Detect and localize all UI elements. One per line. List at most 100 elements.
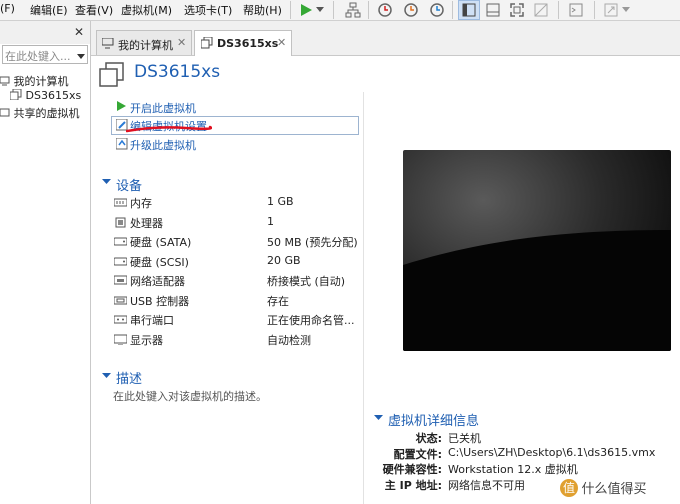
device-name: 网络适配器 bbox=[130, 275, 185, 288]
collapse-icon[interactable] bbox=[102, 179, 111, 185]
watermark: 值 什么值得买 bbox=[560, 478, 676, 500]
play-icon bbox=[117, 101, 126, 111]
sidebar-layout-icon bbox=[462, 3, 476, 17]
tab-strip: 我的计算机 ✕ DS3615xs ✕ bbox=[91, 21, 680, 56]
device-row[interactable]: 串行端口 正在使用命名管... bbox=[113, 312, 358, 328]
snapshot-manager-button[interactable] bbox=[426, 0, 448, 20]
search-placeholder: 在此处键入... bbox=[5, 50, 71, 63]
device-row[interactable]: 内存 1 GB bbox=[113, 195, 358, 211]
detail-value: 网络信息不可用 bbox=[448, 478, 525, 492]
tree-item-vm[interactable]: DS3615xs bbox=[9, 88, 82, 102]
vm-icon bbox=[9, 88, 22, 101]
usb-icon bbox=[114, 296, 127, 304]
disk-icon bbox=[114, 257, 127, 265]
device-row[interactable]: 处理器 1 bbox=[113, 215, 358, 231]
vm-preview-screen[interactable] bbox=[403, 150, 671, 351]
menu-edit[interactable]: 编辑(E) bbox=[30, 2, 68, 18]
upgrade-icon bbox=[116, 138, 128, 150]
description-header: 描述 bbox=[116, 372, 143, 387]
stretch-dropdown[interactable] bbox=[620, 0, 632, 20]
close-tab-icon[interactable]: ✕ bbox=[277, 36, 286, 49]
device-value: 桥接模式 (自动) bbox=[267, 275, 346, 288]
vm-details-header: 虚拟机详细信息 bbox=[388, 414, 480, 429]
revert-snapshot-button[interactable] bbox=[400, 0, 422, 20]
console-view-button[interactable] bbox=[565, 0, 587, 20]
power-menu-dropdown[interactable] bbox=[314, 0, 326, 20]
full-screen-button[interactable] bbox=[506, 0, 528, 20]
fullscreen-icon bbox=[510, 3, 524, 17]
description-input[interactable]: 在此处键入对该虚拟机的描述。 bbox=[113, 388, 267, 404]
detail-value: Workstation 12.x 虚拟机 bbox=[448, 463, 578, 476]
device-row[interactable]: 硬盘 (SCSI) 20 GB bbox=[113, 254, 358, 270]
clock-revert-icon bbox=[404, 3, 418, 17]
device-name: USB 控制器 bbox=[130, 294, 190, 308]
tab-ds3615xs[interactable]: DS3615xs ✕ bbox=[194, 30, 292, 56]
tree-item-label: DS3615xs bbox=[25, 89, 82, 102]
device-value: 正在使用命名管... bbox=[267, 314, 355, 327]
vm-title: DS3615xs bbox=[134, 62, 221, 82]
library-search-input[interactable]: 在此处键入... bbox=[2, 45, 88, 64]
console-icon bbox=[569, 3, 583, 17]
preview-gloss bbox=[403, 230, 671, 351]
monitor-icon bbox=[114, 334, 127, 345]
device-value: 存在 bbox=[267, 294, 289, 308]
collapse-icon[interactable] bbox=[102, 373, 111, 379]
unity-button[interactable] bbox=[530, 0, 552, 20]
show-library-button[interactable] bbox=[458, 0, 480, 20]
clock-icon bbox=[378, 3, 392, 17]
tree-item-shared-vms[interactable]: 共享的虚拟机 bbox=[0, 105, 80, 121]
device-value: 20 GB bbox=[267, 253, 301, 267]
menu-vm[interactable]: 虚拟机(M) bbox=[121, 2, 172, 18]
device-value: 50 MB (预先分配) bbox=[267, 236, 358, 249]
device-name: 硬盘 (SCSI) bbox=[130, 255, 189, 269]
detail-value: C:\Users\ZH\Desktop\6.1\ds3615.vmx bbox=[448, 445, 656, 459]
menu-file[interactable]: (F) bbox=[0, 2, 15, 15]
menu-view[interactable]: 查看(V) bbox=[75, 2, 113, 18]
thumbnail-bar-button[interactable] bbox=[482, 0, 504, 20]
vm-large-icon bbox=[99, 62, 124, 87]
upgrade-vm-link[interactable]: 升级此虚拟机 bbox=[130, 137, 196, 153]
play-icon bbox=[301, 4, 312, 16]
snapshot-button[interactable] bbox=[374, 0, 396, 20]
unity-icon bbox=[534, 3, 548, 17]
menu-tabs[interactable]: 选项卡(T) bbox=[184, 2, 232, 18]
device-name: 处理器 bbox=[130, 216, 163, 230]
detail-key: 状态: bbox=[415, 432, 442, 445]
memory-icon bbox=[114, 198, 127, 207]
computer-icon bbox=[0, 76, 10, 86]
tab-label: 我的计算机 bbox=[118, 39, 173, 52]
device-row[interactable]: 硬盘 (SATA) 50 MB (预先分配) bbox=[113, 234, 358, 250]
send-keys-button[interactable] bbox=[342, 0, 364, 20]
stretch-icon bbox=[604, 3, 618, 17]
disk-icon bbox=[114, 237, 127, 246]
thumbnail-layout-icon bbox=[486, 3, 500, 17]
close-icon[interactable]: ✕ bbox=[74, 25, 84, 39]
menu-help[interactable]: 帮助(H) bbox=[243, 2, 282, 18]
device-row[interactable]: USB 控制器 存在 bbox=[113, 293, 358, 309]
device-name: 内存 bbox=[130, 197, 152, 210]
close-tab-icon[interactable]: ✕ bbox=[177, 36, 186, 49]
tree-item-my-computer[interactable]: 我的计算机 bbox=[0, 73, 69, 89]
red-underline-annotation bbox=[126, 125, 212, 133]
tree-item-label: 共享的虚拟机 bbox=[13, 107, 80, 120]
watermark-text: 什么值得买 bbox=[581, 482, 647, 497]
tree-item-label: 我的计算机 bbox=[13, 75, 69, 88]
detail-value: 已关机 bbox=[448, 432, 481, 445]
power-on-vm-link[interactable]: 开启此虚拟机 bbox=[130, 100, 196, 116]
detail-key: 配置文件: bbox=[393, 447, 442, 461]
toolbar-separator bbox=[594, 1, 595, 19]
stretch-guest-button[interactable] bbox=[600, 0, 622, 20]
menu-bar: (F) 编辑(E) 查看(V) 虚拟机(M) 选项卡(T) 帮助(H) bbox=[0, 0, 680, 20]
chevron-down-icon[interactable] bbox=[77, 50, 85, 63]
device-value: 1 bbox=[267, 214, 274, 228]
chevron-down-icon bbox=[622, 7, 630, 12]
device-row[interactable]: 显示器 自动检测 bbox=[113, 332, 358, 348]
network-tree-icon bbox=[345, 2, 361, 18]
collapse-icon[interactable] bbox=[374, 415, 383, 421]
toolbar-separator bbox=[452, 1, 453, 19]
watermark-logo-icon: 值 bbox=[560, 478, 578, 497]
tab-my-computer[interactable]: 我的计算机 ✕ bbox=[96, 30, 192, 55]
clock-manager-icon bbox=[430, 3, 444, 17]
cpu-icon bbox=[115, 217, 126, 227]
device-row[interactable]: 网络适配器 桥接模式 (自动) bbox=[113, 273, 358, 289]
